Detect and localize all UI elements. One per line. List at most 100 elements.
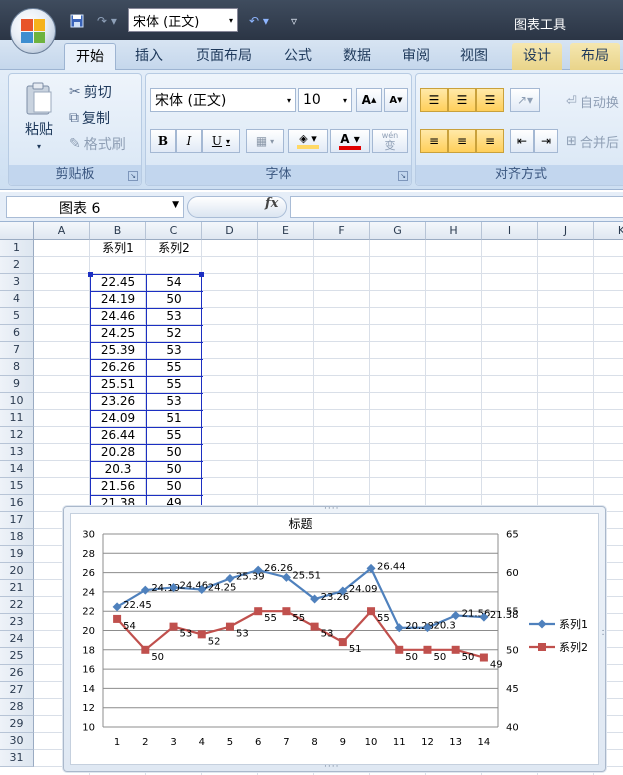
- row-header-6[interactable]: 6: [0, 325, 34, 342]
- column-header-f[interactable]: F: [314, 222, 370, 240]
- redo-icon[interactable]: ↷ ▾: [92, 10, 122, 32]
- font-size-combo[interactable]: 10 ▾: [298, 88, 352, 112]
- dialog-launcher-icon[interactable]: ↘: [128, 171, 138, 181]
- align-center-button[interactable]: ≡: [448, 129, 476, 153]
- italic-button[interactable]: I: [176, 129, 202, 153]
- data-cell[interactable]: 22.45: [90, 274, 146, 291]
- cut-button[interactable]: ✂ 剪切: [69, 82, 112, 102]
- tab-formulas[interactable]: 公式: [274, 43, 322, 70]
- column-header-c[interactable]: C: [146, 222, 202, 240]
- data-cell[interactable]: 55: [146, 359, 202, 376]
- data-cell[interactable]: 24.19: [90, 291, 146, 308]
- row-header-18[interactable]: 18: [0, 529, 34, 546]
- row-header-19[interactable]: 19: [0, 546, 34, 563]
- insert-function-icon[interactable]: fx: [265, 196, 278, 211]
- data-cell[interactable]: 50: [146, 461, 202, 478]
- data-cell[interactable]: 20.28: [90, 444, 146, 461]
- column-header-i[interactable]: I: [482, 222, 538, 240]
- row-header-5[interactable]: 5: [0, 308, 34, 325]
- row-header-26[interactable]: 26: [0, 665, 34, 682]
- data-cell[interactable]: 25.51: [90, 376, 146, 393]
- align-top-button[interactable]: ☰: [420, 88, 448, 112]
- align-middle-button[interactable]: ☰: [448, 88, 476, 112]
- row-header-4[interactable]: 4: [0, 291, 34, 308]
- decrease-indent-button[interactable]: ⇤: [510, 129, 534, 153]
- chart-object[interactable]: ···· ···· ·· ·· 标题1012141618202224262830…: [63, 504, 607, 772]
- row-header-29[interactable]: 29: [0, 716, 34, 733]
- data-cell[interactable]: 24.46: [90, 308, 146, 325]
- row-header-14[interactable]: 14: [0, 461, 34, 478]
- data-cell[interactable]: 24.25: [90, 325, 146, 342]
- tab-home[interactable]: 开始: [64, 43, 116, 70]
- row-header-23[interactable]: 23: [0, 614, 34, 631]
- data-cell[interactable]: 26.26: [90, 359, 146, 376]
- font-name-combo[interactable]: 宋体 (正文) ▾: [150, 88, 296, 112]
- data-cell[interactable]: 20.3: [90, 461, 146, 478]
- chart-area[interactable]: 标题 10 12 14 16 18 20 22 24 26 28 30 40 45 50 55 60 65 1 2 3 4…: [70, 513, 599, 765]
- data-cell[interactable]: 53: [146, 308, 202, 325]
- tab-insert[interactable]: 插入: [124, 43, 174, 70]
- data-cell[interactable]: 55: [146, 376, 202, 393]
- name-box[interactable]: 图表 6 ▼: [6, 196, 184, 218]
- format-painter-button[interactable]: ✎ 格式刷: [69, 134, 126, 154]
- qat-font-combo[interactable]: 宋体 (正文) ▾: [128, 8, 238, 32]
- column-header-k[interactable]: K: [594, 222, 623, 240]
- orientation-button[interactable]: ↗▾: [510, 88, 540, 112]
- fill-color-button[interactable]: ◈ ▾: [288, 129, 328, 153]
- header-cell-series2[interactable]: 系列2: [146, 240, 202, 257]
- office-button[interactable]: [10, 8, 56, 54]
- data-cell[interactable]: 24.09: [90, 410, 146, 427]
- data-cell[interactable]: 50: [146, 444, 202, 461]
- align-bottom-button[interactable]: ☰: [476, 88, 504, 112]
- row-header-11[interactable]: 11: [0, 410, 34, 427]
- row-header-15[interactable]: 15: [0, 478, 34, 495]
- copy-button[interactable]: ⧉ 复制: [69, 108, 110, 128]
- data-cell[interactable]: 54: [146, 274, 202, 291]
- column-header-d[interactable]: D: [202, 222, 258, 240]
- row-header-21[interactable]: 21: [0, 580, 34, 597]
- tab-data[interactable]: 数据: [332, 43, 382, 70]
- phonetic-button[interactable]: wén 变: [372, 129, 408, 153]
- font-color-button[interactable]: A ▾: [330, 129, 370, 153]
- row-header-31[interactable]: 31: [0, 750, 34, 767]
- data-cell[interactable]: 53: [146, 393, 202, 410]
- column-header-a[interactable]: A: [34, 222, 90, 240]
- tab-layout[interactable]: 布局: [570, 43, 620, 70]
- row-header-13[interactable]: 13: [0, 444, 34, 461]
- row-header-24[interactable]: 24: [0, 631, 34, 648]
- data-cell[interactable]: 52: [146, 325, 202, 342]
- align-right-button[interactable]: ≡: [476, 129, 504, 153]
- tab-design[interactable]: 设计: [512, 43, 562, 70]
- data-cell[interactable]: 55: [146, 427, 202, 444]
- row-header-2[interactable]: 2: [0, 257, 34, 274]
- tab-review[interactable]: 审阅: [392, 43, 440, 70]
- column-header-g[interactable]: G: [370, 222, 426, 240]
- row-header-20[interactable]: 20: [0, 563, 34, 580]
- row-header-25[interactable]: 25: [0, 648, 34, 665]
- undo-icon[interactable]: ↶ ▾: [244, 10, 274, 32]
- column-header-b[interactable]: B: [90, 222, 146, 240]
- wrap-text-button[interactable]: ⏎ 自动换: [566, 92, 619, 111]
- row-header-8[interactable]: 8: [0, 359, 34, 376]
- row-header-12[interactable]: 12: [0, 427, 34, 444]
- column-header-j[interactable]: J: [538, 222, 594, 240]
- formula-input[interactable]: [290, 196, 623, 218]
- paste-button[interactable]: 粘贴 ▾: [19, 82, 59, 151]
- row-header-28[interactable]: 28: [0, 699, 34, 716]
- column-header-h[interactable]: H: [426, 222, 482, 240]
- merge-center-button[interactable]: ⊞ 合并后: [566, 132, 619, 151]
- row-header-17[interactable]: 17: [0, 512, 34, 529]
- row-header-7[interactable]: 7: [0, 342, 34, 359]
- border-button[interactable]: ▦ ▾: [246, 129, 284, 153]
- align-left-button[interactable]: ≡: [420, 129, 448, 153]
- dialog-launcher-icon[interactable]: ↘: [398, 171, 408, 181]
- data-cell[interactable]: 23.26: [90, 393, 146, 410]
- increase-indent-button[interactable]: ⇥: [534, 129, 558, 153]
- tab-page-layout[interactable]: 页面布局: [186, 43, 262, 70]
- row-header-3[interactable]: 3: [0, 274, 34, 291]
- data-cell[interactable]: 25.39: [90, 342, 146, 359]
- save-icon[interactable]: [68, 10, 86, 32]
- row-header-10[interactable]: 10: [0, 393, 34, 410]
- row-header-16[interactable]: 16: [0, 495, 34, 512]
- data-cell[interactable]: 50: [146, 478, 202, 495]
